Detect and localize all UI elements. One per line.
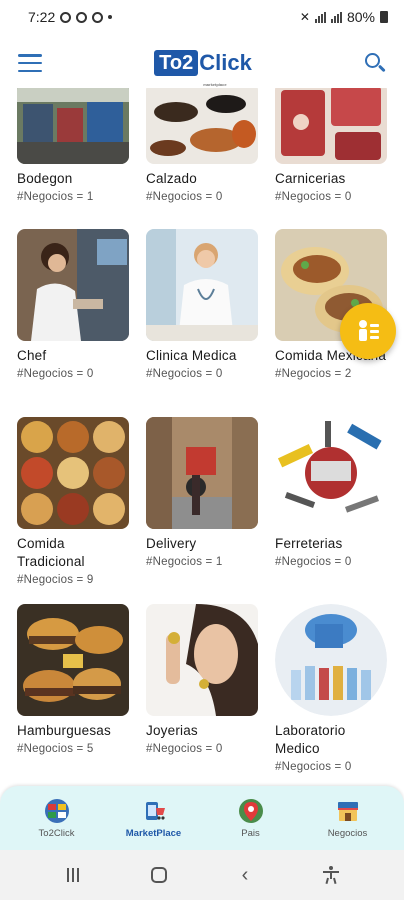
back-button[interactable]: ‹ [230, 860, 260, 890]
category-card-chef[interactable]: Chef #Negocios = 0 [17, 229, 135, 382]
more-notifications-icon [108, 15, 113, 19]
recent-apps-button[interactable] [58, 860, 88, 890]
nav-label: MarketPlace [125, 827, 182, 839]
category-name: Hamburguesas [17, 723, 111, 738]
category-name: Calzado [146, 171, 197, 186]
accessibility-icon [323, 866, 339, 885]
nav-item-marketplace[interactable]: MarketPlace [109, 798, 199, 839]
notification-icon [60, 11, 72, 23]
category-count: #Negocios = 2 [275, 368, 352, 380]
category-name: Laboratorio Medico [275, 723, 346, 756]
nav-item-pais[interactable]: Pais [206, 798, 296, 839]
search-icon[interactable] [364, 52, 386, 74]
battery-level: 80% [346, 9, 375, 25]
home-button[interactable] [144, 860, 174, 890]
nav-label: To2Click [38, 827, 75, 839]
category-card-comida-tradicional[interactable]: Comida Tradicional #Negocios = 9 [17, 417, 135, 588]
category-count: #Negocios = 0 [146, 368, 223, 380]
category-image [17, 88, 129, 164]
category-name: Joyerias [146, 723, 198, 738]
bottom-navigation: To2Click MarketPlace Pais Negocios [0, 786, 404, 850]
category-card-calzado[interactable]: Calzado #Negocios = 0 [146, 88, 264, 205]
location-pin-icon [238, 798, 263, 823]
nav-item-negocios[interactable]: Negocios [303, 798, 393, 839]
category-count: #Negocios = 9 [17, 574, 94, 586]
category-image [146, 604, 258, 716]
category-name: Bodegon [17, 171, 73, 186]
category-card-hamburguesas[interactable]: Hamburguesas #Negocios = 5 [17, 604, 135, 757]
category-image [275, 88, 387, 164]
system-navigation-bar: ‹ [0, 850, 404, 900]
nav-label: Pais [241, 827, 260, 839]
logo-tagline: marketplace [203, 82, 227, 87]
category-image [275, 604, 387, 716]
category-count: #Negocios = 1 [146, 556, 223, 568]
person-chat-icon [359, 320, 379, 341]
category-card-delivery[interactable]: Delivery #Negocios = 1 [146, 417, 264, 570]
category-card-clinica-medica[interactable]: Clinica Medica #Negocios = 0 [146, 229, 264, 382]
category-image [17, 604, 129, 716]
category-count: #Negocios = 5 [17, 743, 94, 755]
app-header: To2 Click marketplace [0, 38, 404, 88]
category-image [146, 229, 258, 341]
category-count: #Negocios = 1 [17, 191, 94, 203]
category-count: #Negocios = 0 [275, 191, 352, 203]
nav-label: Negocios [327, 827, 368, 839]
category-name: Chef [17, 348, 47, 363]
category-card-ferreterias[interactable]: Ferreterias #Negocios = 0 [275, 417, 393, 570]
logo-prefix: To2 [154, 50, 199, 76]
category-card-carnicerias[interactable]: Carnicerias #Negocios = 0 [275, 88, 393, 205]
signal-icon [314, 11, 326, 23]
hamburger-menu-icon[interactable] [18, 54, 42, 72]
category-image [17, 229, 129, 341]
storefront-icon [337, 801, 358, 821]
logo-suffix: Click [199, 50, 252, 75]
globe-flags-icon [44, 798, 69, 823]
notification-icon [92, 11, 104, 23]
category-card-laboratorio-medico[interactable]: Laboratorio Medico #Negocios = 0 [275, 604, 393, 775]
accessibility-button[interactable] [316, 860, 346, 890]
category-image [146, 417, 258, 529]
category-image [146, 88, 258, 164]
category-name: Delivery [146, 536, 197, 551]
category-name: Ferreterias [275, 536, 343, 551]
status-time: 7:22 [28, 9, 56, 25]
category-count: #Negocios = 0 [17, 368, 94, 380]
category-image [275, 417, 387, 529]
mute-icon: ✕ [299, 10, 310, 24]
category-count: #Negocios = 0 [146, 743, 223, 755]
category-count: #Negocios = 0 [275, 761, 352, 773]
marketplace-icon [145, 801, 165, 820]
category-name: Comida Tradicional [17, 536, 85, 569]
signal-icon [330, 11, 342, 23]
logo: To2 Click marketplace [154, 50, 252, 87]
category-name: Carnicerias [275, 171, 346, 186]
category-card-bodegon[interactable]: Bodegon #Negocios = 1 [17, 88, 135, 205]
category-count: #Negocios = 0 [275, 556, 352, 568]
nav-item-to2click[interactable]: To2Click [12, 798, 102, 839]
floating-action-button[interactable] [340, 303, 396, 359]
category-card-joyerias[interactable]: Joyerias #Negocios = 0 [146, 604, 264, 757]
status-bar: 7:22 ✕ 80% [0, 0, 404, 34]
battery-icon [380, 11, 388, 23]
category-grid: Bodegon #Negocios = 1 Calzado #Negocios … [0, 88, 404, 788]
notification-icon [76, 11, 88, 23]
category-image [17, 417, 129, 529]
category-name: Clinica Medica [146, 348, 237, 363]
category-count: #Negocios = 0 [146, 191, 223, 203]
chevron-left-icon: ‹ [241, 863, 249, 886]
